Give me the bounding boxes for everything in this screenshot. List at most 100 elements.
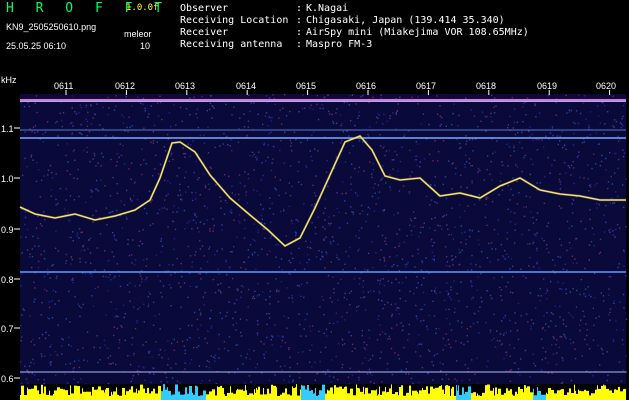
signal-bar-segment [112,394,113,400]
location-value: Chigasaki, Japan (139.414 35.340) [306,15,505,26]
signal-bar-segment [423,389,426,400]
x-tick-label: 0616 [356,81,377,91]
timestamp-label: 25.05.25 06:10 [6,41,67,51]
signal-bar-segment [339,386,342,400]
signal-bar-segment [209,391,212,400]
signal-bar-segment [172,394,175,400]
location-colon: : [296,15,303,26]
signal-bar-segment [520,389,523,400]
signal-bar-segment [574,384,575,400]
signal-bar-segment [368,393,371,400]
x-tick-label: 0612 [115,81,136,91]
signal-bar-segment [254,389,255,400]
signal-bar-segment [241,389,242,400]
signal-bar-segment [465,391,468,400]
signal-bar-segment [365,387,368,400]
signal-bar-segment [541,394,544,400]
signal-bar-segment [490,390,493,400]
signal-bar-segment [459,395,462,400]
signal-bar-segment [147,387,149,400]
signal-bar-segment [57,387,60,400]
signal-bar-segment [571,393,574,400]
y-tick-label: 0.7 [1,324,14,334]
signal-bar-segment [260,394,263,400]
signal-bar-segment [34,385,37,400]
signal-bar-segment [504,393,506,400]
signal-bar-segment [238,389,241,400]
signal-bar-segment [401,385,403,400]
y-tick-label: 1.1 [1,124,14,134]
signal-bar-segment [612,392,614,400]
meleor-label: meleor [124,29,152,39]
receiver-colon: : [296,27,303,38]
signal-bar-segment [83,391,86,400]
signal-bar-segment [257,389,258,400]
signal-bar-segment [54,390,57,400]
signal-bar-segment [198,395,200,400]
y-tick-label: 1.0 [1,174,14,184]
signal-bar-segment [63,389,65,400]
signal-bar-segment [137,393,138,400]
signal-bar-segment [538,390,541,400]
signal-bar-segment [318,394,319,400]
signal-bar-segment [151,391,153,400]
signal-bar-segment [215,395,217,400]
observer-colon: : [296,3,303,14]
signal-bar-segment [515,391,517,400]
signal-bar-segment [567,392,569,400]
signal-bar-segment [417,391,418,400]
signal-bar-segment [245,385,246,400]
signal-bar-segment [615,389,616,400]
signal-bar-segment [524,385,525,400]
signal-bar-segment [101,390,104,400]
signal-bar-segment [50,395,53,400]
signal-bar-segment [94,389,97,400]
signal-bar-segment [399,386,401,400]
signal-bar-segment [230,386,231,400]
signal-bar-segment [184,394,185,400]
signal-bar-segment [398,395,399,400]
signal-bar-segment [391,384,392,400]
signal-bar-segment [43,393,44,400]
signal-bar-segment [185,387,187,400]
signal-bar-segment [297,395,300,400]
signal-bar-segment [203,390,206,400]
signal-bar-segment [319,390,322,400]
signal-bar-segment [225,395,227,400]
signal-bar-segment [494,395,495,400]
signal-bar-segment [118,394,119,400]
signal-bar-segment [510,389,512,400]
signal-bar-segment [546,392,547,400]
signal-bar-segment [82,388,83,400]
signal-bar-segment [537,387,538,400]
signal-bar-segment [136,388,137,400]
signal-bar-segment [353,395,356,400]
signal-bar-segment [547,394,548,400]
signal-bar-segment [576,393,578,400]
signal-bar-segment [557,390,560,400]
signal-bar-segment [263,388,264,400]
signal-bar-segment [227,392,230,400]
signal-bar-segment [403,395,406,400]
signal-bar-segment [111,391,112,400]
signal-bar-segment [175,384,178,400]
signal-bar-segment [614,389,615,400]
signal-bar-segment [360,391,363,400]
signal-bar-segment [309,390,311,400]
x-tick-label: 0611 [54,81,74,91]
signal-bar-segment [603,384,604,400]
signal-bar-segment [293,388,295,400]
hrofft-window: H R O F F T 1.0.0f KN9_2505250610.png 25… [0,0,629,400]
signal-bar-segment [28,389,31,400]
antenna-value: Maspro FM-3 [306,39,373,50]
signal-bar-segment [302,385,305,400]
signal-bar-segment [476,395,477,400]
filename-label: KN9_2505250610.png [6,22,97,32]
signal-bar-segment [153,388,155,400]
signal-bar-segment [70,385,71,400]
signal-bar-segment [456,384,457,400]
signal-bar-segment [462,387,464,400]
signal-bar-segment [430,386,433,400]
signal-bar-segment [389,388,391,400]
x-tick-label: 0619 [537,81,558,91]
